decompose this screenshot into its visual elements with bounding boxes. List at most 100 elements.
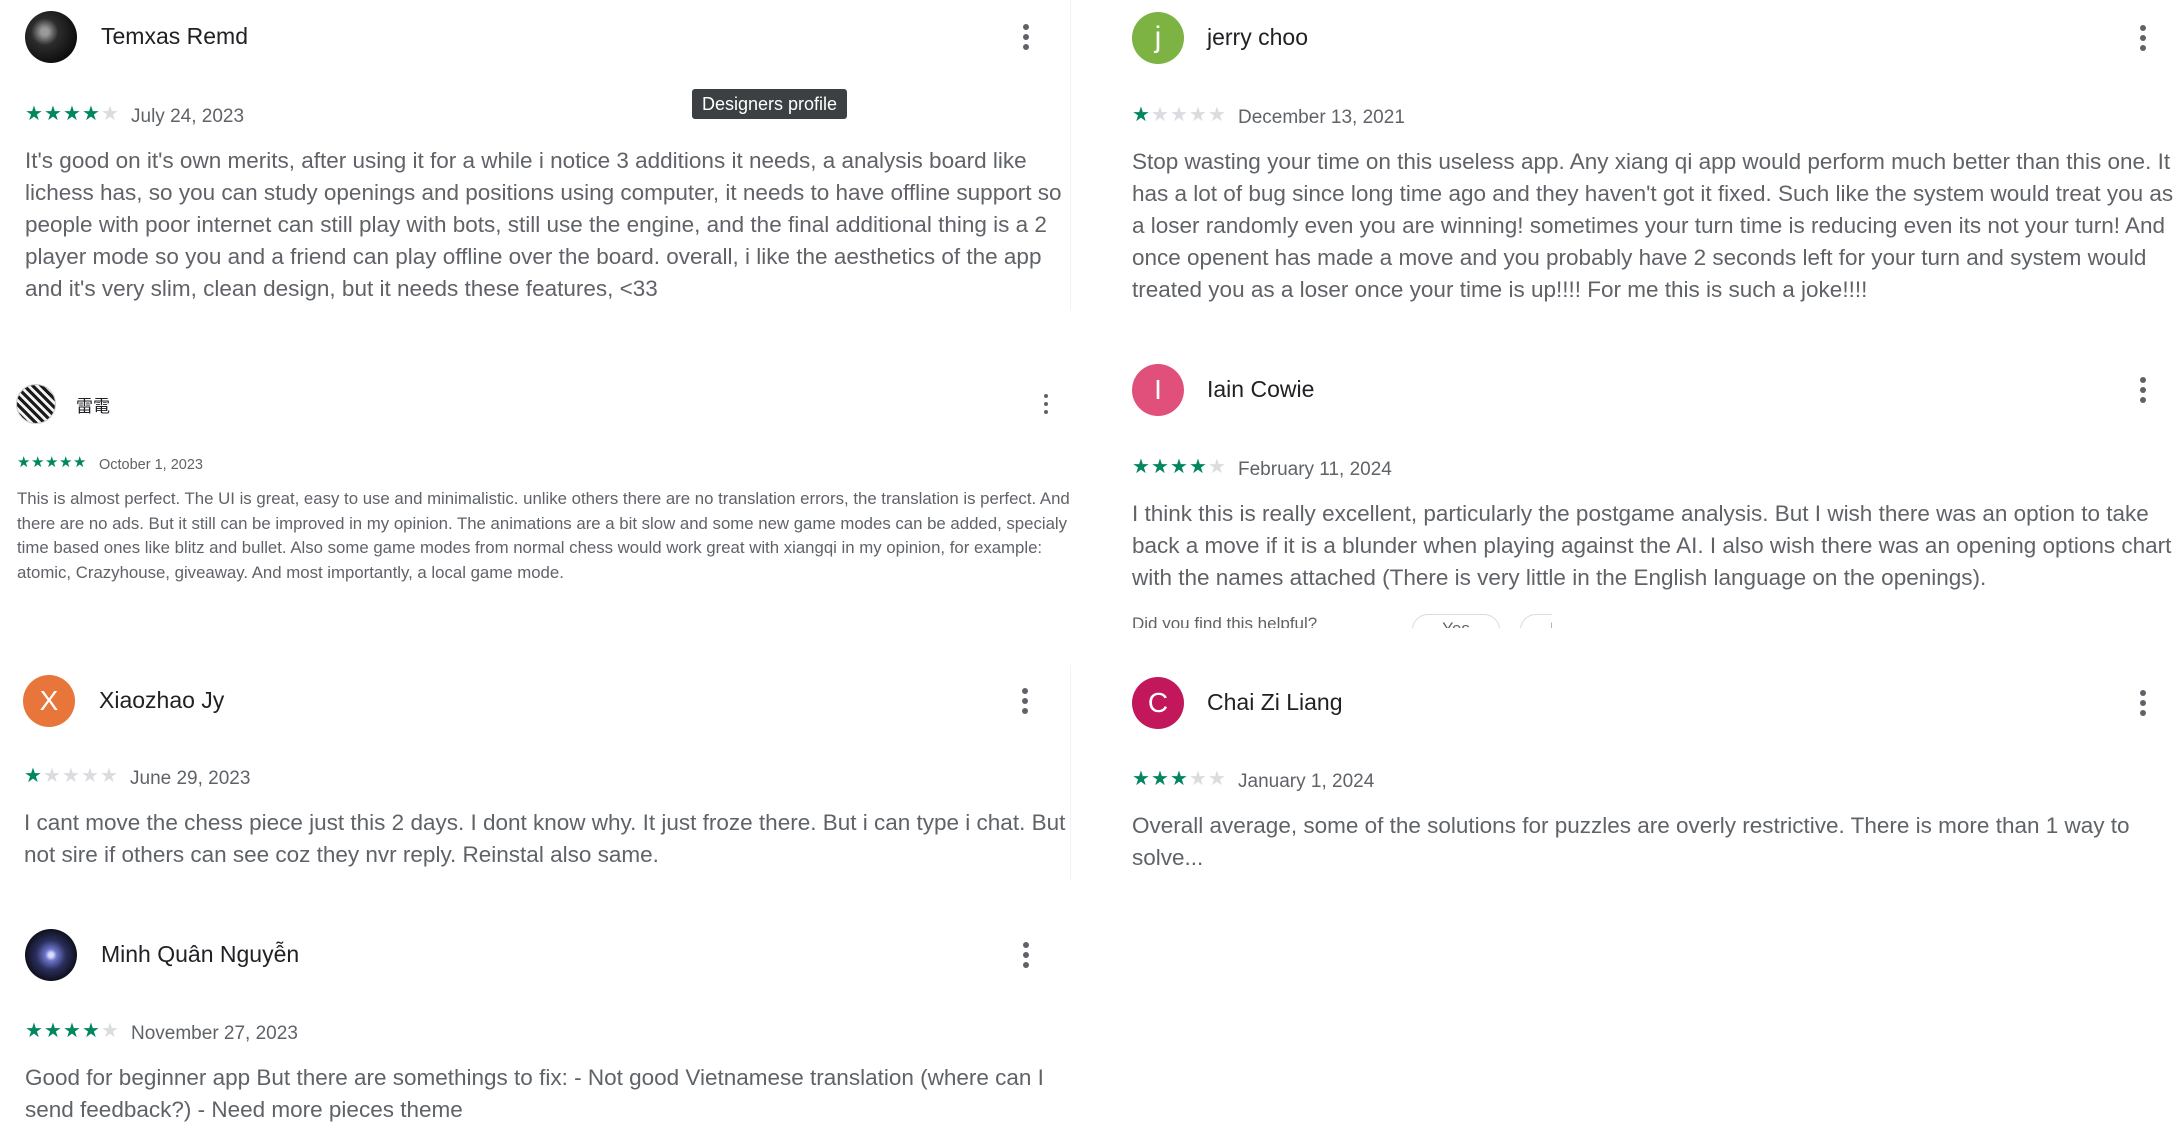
- star-rating: ★ ★ ★ ★ ★: [17, 455, 87, 470]
- star-filled-icon: ★: [63, 1020, 81, 1042]
- avatar[interactable]: X: [23, 675, 75, 727]
- more-vert-icon: [1022, 688, 1028, 694]
- review-text: I think this is really excellent, partic…: [1132, 501, 2172, 590]
- avatar[interactable]: I: [1132, 364, 1184, 416]
- review-text: It's good on it's own merits, after usin…: [25, 148, 1062, 301]
- review-card: Temxas Remd ★ ★ ★ ★ ★ July 24, 2023 It's goo…: [0, 0, 1070, 320]
- star-filled-icon: ★: [31, 454, 45, 471]
- star-empty-icon: ★: [1208, 768, 1226, 790]
- more-options-button[interactable]: [2134, 377, 2152, 403]
- more-vert-icon: [2140, 377, 2146, 383]
- star-empty-icon: ★: [1151, 104, 1169, 126]
- more-options-button[interactable]: [1039, 394, 1053, 414]
- more-options-button[interactable]: [2134, 690, 2152, 716]
- review-card: C Chai Zi Liang ★ ★ ★ ★ ★ January 1, 2024 Ov…: [1110, 670, 2179, 880]
- author-name[interactable]: Chai Zi Liang: [1207, 689, 1343, 716]
- star-filled-icon: ★: [1132, 768, 1150, 790]
- author-name[interactable]: Iain Cowie: [1207, 376, 1314, 403]
- review-card: X Xiaozhao Jy ★ ★ ★ ★ ★ June 29, 2023 I cant…: [0, 668, 1070, 878]
- star-filled-icon: ★: [1189, 456, 1207, 478]
- star-empty-icon: ★: [1170, 104, 1188, 126]
- avatar[interactable]: [25, 929, 77, 981]
- review-date: November 27, 2023: [131, 1023, 298, 1044]
- star-filled-icon: ★: [82, 1020, 100, 1042]
- avatar[interactable]: j: [1132, 12, 1184, 64]
- more-vert-icon: [1044, 410, 1048, 414]
- helpful-no-button[interactable]: No: [1520, 614, 1552, 628]
- star-empty-icon: ★: [81, 765, 99, 787]
- more-vert-icon: [2140, 25, 2146, 31]
- star-filled-icon: ★: [1132, 104, 1150, 126]
- column-divider: [1070, 0, 1071, 310]
- star-filled-icon: ★: [44, 103, 62, 125]
- more-vert-icon: [1023, 962, 1029, 968]
- more-options-button[interactable]: [1017, 942, 1035, 968]
- star-rating: ★ ★ ★ ★ ★: [1132, 457, 1227, 477]
- star-filled-icon: ★: [25, 1020, 43, 1042]
- author-name[interactable]: Temxas Remd: [101, 23, 248, 50]
- star-empty-icon: ★: [62, 765, 80, 787]
- review-text: Stop wasting your time on this useless a…: [1132, 149, 2174, 302]
- helpful-question: Did you find this helpful?: [1132, 614, 1318, 628]
- star-filled-icon: ★: [82, 103, 100, 125]
- author-name[interactable]: Minh Quân Nguyễn: [101, 941, 299, 968]
- review-text: Good for beginner app But there are some…: [25, 1065, 1044, 1122]
- review-date: February 11, 2024: [1238, 459, 1392, 480]
- star-filled-icon: ★: [17, 454, 31, 471]
- author-name[interactable]: Xiaozhao Jy: [99, 687, 224, 714]
- review-date: January 1, 2024: [1238, 771, 1375, 792]
- star-filled-icon: ★: [1151, 768, 1169, 790]
- more-vert-icon: [2140, 35, 2146, 41]
- more-vert-icon: [2140, 700, 2146, 706]
- review-card: 雷電 ★ ★ ★ ★ ★ October 1, 2023 This is almost …: [0, 370, 1080, 610]
- more-options-button[interactable]: [2134, 25, 2152, 51]
- star-filled-icon: ★: [73, 454, 87, 471]
- more-vert-icon: [1023, 44, 1029, 50]
- avatar[interactable]: C: [1132, 677, 1184, 729]
- star-filled-icon: ★: [1132, 456, 1150, 478]
- more-vert-icon: [1022, 698, 1028, 704]
- author-name[interactable]: 雷電: [76, 392, 110, 417]
- more-vert-icon: [1023, 952, 1029, 958]
- helpful-row: Did you find this helpful? Yes No: [1132, 614, 1552, 628]
- more-vert-icon: [1023, 942, 1029, 948]
- avatar[interactable]: [16, 384, 56, 424]
- more-vert-icon: [2140, 710, 2146, 716]
- more-options-button[interactable]: [1016, 688, 1034, 714]
- more-options-button[interactable]: [1017, 24, 1035, 50]
- review-card: j jerry choo ★ ★ ★ ★ ★ December 13, 2021 Sto…: [1110, 0, 2179, 320]
- star-filled-icon: ★: [59, 454, 73, 471]
- star-rating: ★ ★ ★ ★ ★: [1132, 769, 1227, 789]
- star-empty-icon: ★: [1189, 768, 1207, 790]
- star-empty-icon: ★: [101, 1020, 119, 1042]
- star-empty-icon: ★: [1208, 456, 1226, 478]
- star-rating: ★ ★ ★ ★ ★: [25, 1021, 120, 1041]
- column-divider: [1070, 665, 1071, 880]
- star-filled-icon: ★: [1170, 456, 1188, 478]
- star-filled-icon: ★: [45, 454, 59, 471]
- avatar[interactable]: [25, 11, 77, 63]
- star-rating: ★ ★ ★ ★ ★: [24, 766, 119, 786]
- more-vert-icon: [1044, 394, 1048, 398]
- star-rating: ★ ★ ★ ★ ★: [1132, 105, 1227, 125]
- star-empty-icon: ★: [100, 765, 118, 787]
- star-empty-icon: ★: [101, 103, 119, 125]
- review-date: December 13, 2021: [1238, 107, 1405, 128]
- review-date: June 29, 2023: [130, 768, 251, 789]
- more-vert-icon: [2140, 690, 2146, 696]
- star-rating: ★ ★ ★ ★ ★: [25, 104, 120, 124]
- star-filled-icon: ★: [44, 1020, 62, 1042]
- more-vert-icon: [1044, 402, 1048, 406]
- more-vert-icon: [2140, 397, 2146, 403]
- review-card: Minh Quân Nguyễn ★ ★ ★ ★ ★ November 27, 2023…: [0, 918, 1070, 1137]
- star-filled-icon: ★: [63, 103, 81, 125]
- helpful-yes-button[interactable]: Yes: [1412, 614, 1500, 628]
- more-vert-icon: [2140, 45, 2146, 51]
- star-filled-icon: ★: [24, 765, 42, 787]
- star-empty-icon: ★: [1189, 104, 1207, 126]
- more-vert-icon: [1023, 24, 1029, 30]
- author-name[interactable]: jerry choo: [1207, 24, 1308, 51]
- star-filled-icon: ★: [1151, 456, 1169, 478]
- more-vert-icon: [1022, 708, 1028, 714]
- review-text: I cant move the chess piece just this 2 …: [24, 810, 1066, 867]
